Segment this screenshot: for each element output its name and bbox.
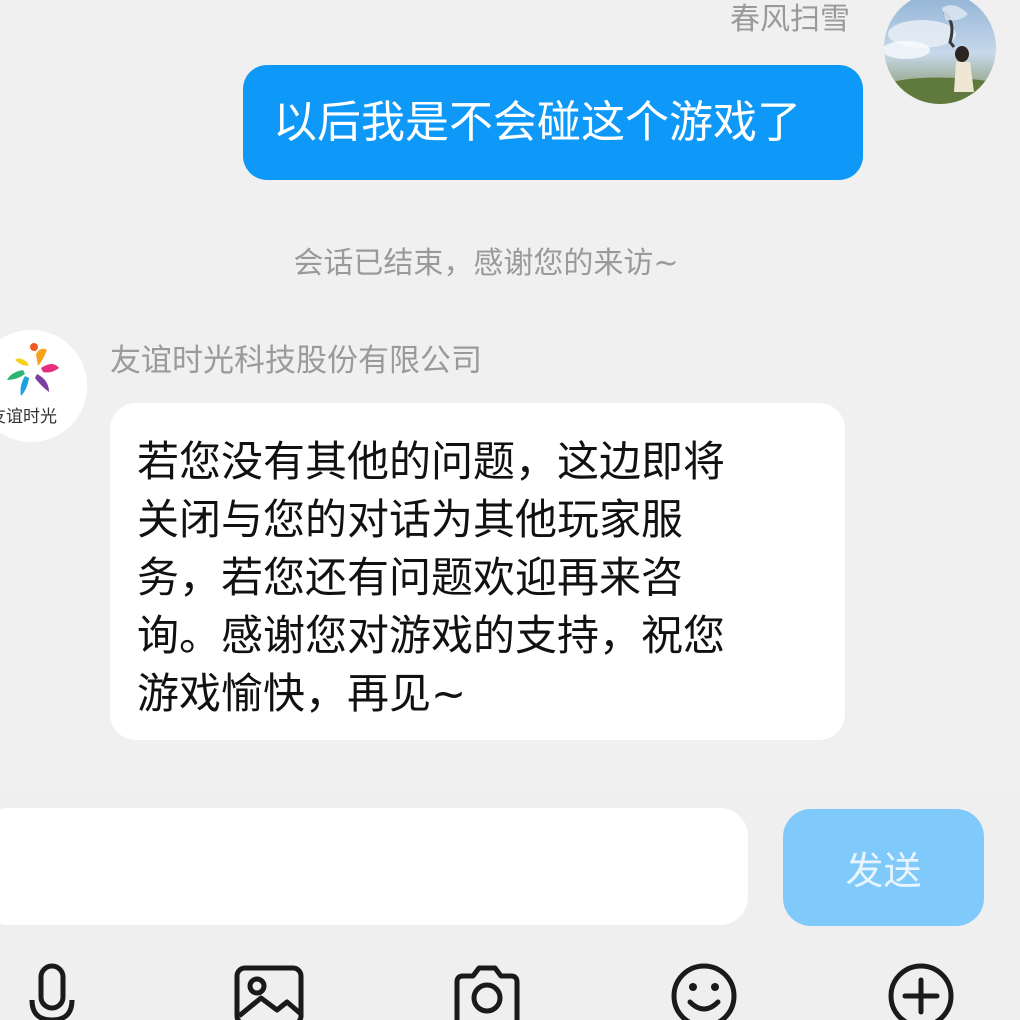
send-button[interactable]: 发送 <box>783 809 984 926</box>
emoji-icon[interactable] <box>664 960 744 1020</box>
camera-icon[interactable] <box>447 960 527 1020</box>
company-logo-text: 友谊时光 <box>0 407 57 427</box>
incoming-message-bubble[interactable]: 若您没有其他的问题，这边即将 关闭与您的对话为其他玩家服 务，若您还有问题欢迎再… <box>110 403 845 740</box>
company-avatar[interactable]: 友谊时光 <box>0 330 87 442</box>
image-icon[interactable] <box>229 960 309 1020</box>
session-ended-notice: 会话已结束，感谢您的来访~ <box>293 246 679 281</box>
company-logo-icon: 友谊时光 <box>0 330 87 442</box>
message-line: 若您没有其他的问题，这边即将 <box>137 437 726 486</box>
message-line: 务，若您还有问题欢迎再来咨 <box>137 553 684 602</box>
microphone-icon[interactable] <box>12 960 92 1020</box>
message-line: 关闭与您的对话为其他玩家服 <box>137 495 684 544</box>
message-input[interactable] <box>0 808 748 925</box>
user-avatar-image <box>884 0 996 104</box>
message-line: 游戏愉快，再见~ <box>137 669 467 718</box>
company-name: 友谊时光科技股份有限公司 <box>110 343 482 379</box>
outgoing-message-bubble[interactable]: 以后我是不会碰这个游戏了 <box>243 65 863 180</box>
user-avatar[interactable] <box>884 0 996 104</box>
plus-icon[interactable] <box>881 960 961 1020</box>
chat-screen: 春风扫雪 以后我是不会碰这个游戏了 会话已结束，感谢您的来访~ 谊时光 友谊时光… <box>0 0 1020 1020</box>
message-line: 询。感谢您对游戏的支持，祝您 <box>137 611 726 660</box>
sender-name: 春风扫雪 <box>730 2 850 37</box>
